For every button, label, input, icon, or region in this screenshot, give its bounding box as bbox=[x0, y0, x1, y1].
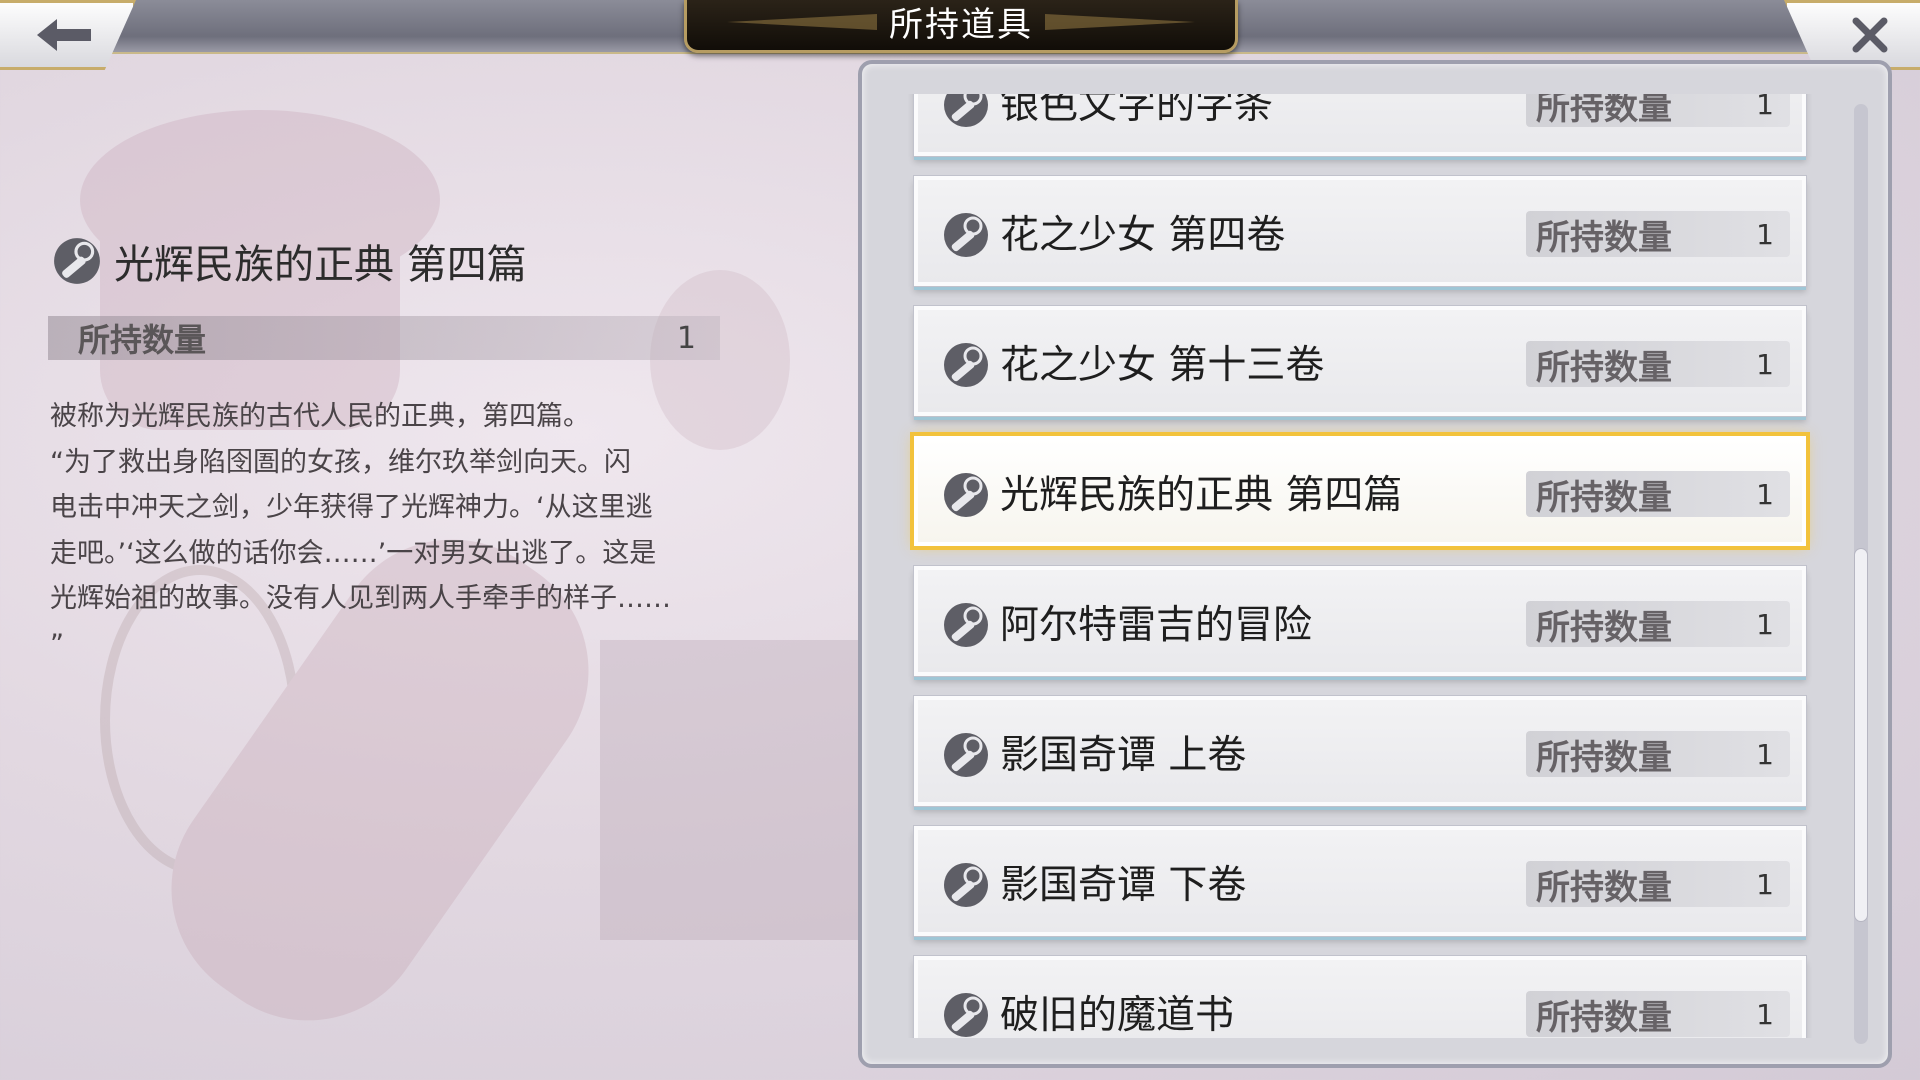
item-count-value: 1 bbox=[1756, 607, 1774, 641]
item-count-label: 所持数量 bbox=[1536, 867, 1672, 908]
item-list[interactable]: 银色文字的字条 所持数量 1 花之少女 第四卷 所持数量 1 花之少女 第十三卷… bbox=[862, 94, 1862, 1038]
item-count-label: 所持数量 bbox=[1536, 607, 1672, 648]
item-row-1[interactable]: 花之少女 第四卷 所持数量 1 bbox=[913, 175, 1807, 287]
item-count-label: 所持数量 bbox=[1536, 997, 1672, 1038]
scroll-key-icon bbox=[944, 473, 988, 517]
item-count-label: 所持数量 bbox=[1536, 737, 1672, 778]
close-icon bbox=[1852, 17, 1888, 53]
item-name: 阿尔特雷吉的冒险 bbox=[1000, 603, 1313, 648]
back-button[interactable] bbox=[0, 0, 136, 70]
item-count-value: 1 bbox=[1756, 94, 1774, 121]
detail-count-label: 所持数量 bbox=[78, 321, 207, 359]
scroll-key-icon bbox=[944, 733, 988, 777]
item-name: 破旧的魔道书 bbox=[1000, 993, 1235, 1038]
detail-item-name: 光辉民族的正典 第四篇 bbox=[114, 242, 527, 288]
item-row-6[interactable]: 影国奇谭 下卷 所持数量 1 bbox=[913, 825, 1807, 937]
item-row-2[interactable]: 花之少女 第十三卷 所持数量 1 bbox=[913, 305, 1807, 417]
item-count-box: 所持数量 1 bbox=[1526, 861, 1790, 908]
title-ornament-right bbox=[1045, 14, 1195, 30]
scrollbar-thumb[interactable] bbox=[1854, 548, 1868, 922]
scroll-key-icon bbox=[944, 94, 988, 127]
item-count-value: 1 bbox=[1756, 217, 1774, 251]
item-name: 影国奇谭 上卷 bbox=[1000, 733, 1247, 778]
item-count-label: 所持数量 bbox=[1536, 94, 1672, 128]
scroll-key-icon bbox=[944, 603, 988, 647]
detail-header: 光辉民族的正典 第四篇 bbox=[52, 232, 527, 290]
scroll-key-icon bbox=[54, 238, 100, 284]
scroll-key-icon bbox=[944, 993, 988, 1037]
item-count-value: 1 bbox=[1756, 477, 1774, 511]
item-row-5[interactable]: 影国奇谭 上卷 所持数量 1 bbox=[913, 695, 1807, 807]
item-name: 银色文字的字条 bbox=[1000, 94, 1274, 128]
item-count-value: 1 bbox=[1756, 997, 1774, 1031]
item-count-value: 1 bbox=[1756, 737, 1774, 771]
detail-count-value: 1 bbox=[676, 320, 696, 356]
item-count-label: 所持数量 bbox=[1536, 347, 1672, 388]
detail-count-bar: 所持数量 1 bbox=[48, 316, 720, 360]
item-count-value: 1 bbox=[1756, 867, 1774, 901]
item-list-panel[interactable]: 银色文字的字条 所持数量 1 花之少女 第四卷 所持数量 1 花之少女 第十三卷… bbox=[858, 60, 1892, 1068]
item-count-box: 所持数量 1 bbox=[1526, 471, 1790, 518]
title-ornament-left bbox=[727, 14, 877, 30]
item-count-box: 所持数量 1 bbox=[1526, 601, 1790, 648]
item-count-box: 所持数量 1 bbox=[1526, 991, 1790, 1038]
item-count-value: 1 bbox=[1756, 347, 1774, 381]
detail-description: 被称为光辉民族的古代人民的正典，第四篇。 “为了救出身陷囹圄的女孩，维尔玖举剑向… bbox=[50, 401, 671, 660]
item-row-3-selected[interactable]: 光辉民族的正典 第四篇 所持数量 1 bbox=[910, 432, 1810, 550]
item-name: 花之少女 第十三卷 bbox=[1000, 343, 1325, 388]
scroll-key-icon bbox=[944, 213, 988, 257]
item-count-box: 所持数量 1 bbox=[1526, 211, 1790, 258]
scrollbar-track[interactable] bbox=[1854, 104, 1868, 1044]
item-count-box: 所持数量 1 bbox=[1526, 94, 1790, 128]
scroll-key-icon bbox=[944, 863, 988, 907]
back-arrow-icon bbox=[37, 19, 91, 51]
item-row-0[interactable]: 银色文字的字条 所持数量 1 bbox=[913, 94, 1807, 157]
item-count-box: 所持数量 1 bbox=[1526, 731, 1790, 778]
item-count-label: 所持数量 bbox=[1536, 217, 1672, 258]
item-row-7[interactable]: 破旧的魔道书 所持数量 1 bbox=[913, 955, 1807, 1038]
item-name: 光辉民族的正典 第四篇 bbox=[1000, 473, 1403, 518]
item-count-label: 所持数量 bbox=[1536, 477, 1672, 518]
page-title: 所持道具 bbox=[889, 4, 1033, 45]
item-row-4[interactable]: 阿尔特雷吉的冒险 所持数量 1 bbox=[913, 565, 1807, 677]
item-name: 影国奇谭 下卷 bbox=[1000, 863, 1247, 908]
title-plate: 所持道具 bbox=[684, 0, 1238, 53]
item-name: 花之少女 第四卷 bbox=[1000, 213, 1286, 258]
scroll-key-icon bbox=[944, 343, 988, 387]
item-count-box: 所持数量 1 bbox=[1526, 341, 1790, 388]
